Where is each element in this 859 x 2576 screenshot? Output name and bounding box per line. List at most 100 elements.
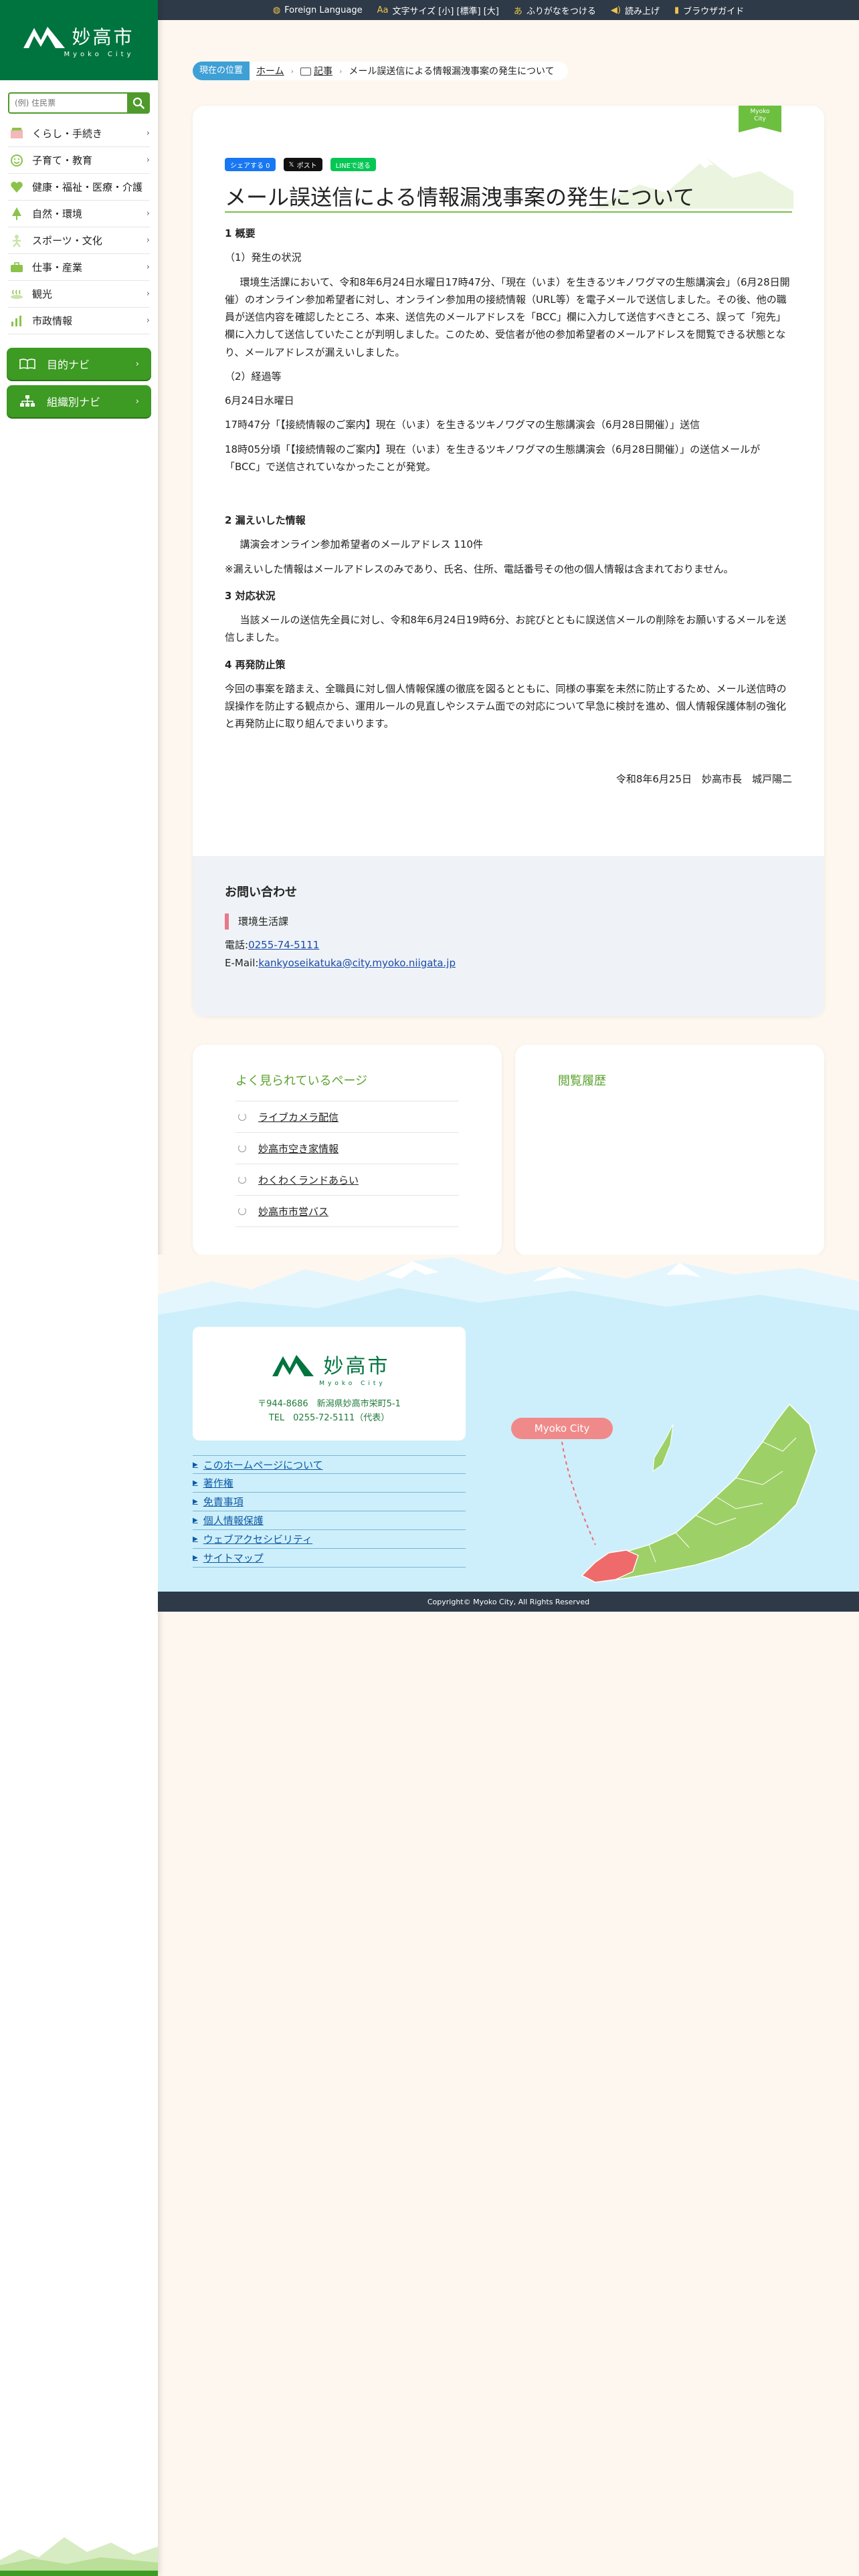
footer-logo[interactable]: 妙高市 (193, 1350, 466, 1379)
bullet-icon (238, 1113, 246, 1121)
contact-phone: 電話:0255-74-5111 (225, 939, 320, 951)
search-icon (132, 97, 145, 109)
nav-item-sports[interactable]: スポーツ・文化 › (8, 227, 150, 254)
speaker-icon: ◀) (610, 5, 621, 15)
nav-item-shizen[interactable]: 自然・環境 › (8, 201, 150, 227)
read-aloud-button[interactable]: ◀) 読み上げ (611, 4, 660, 17)
chevron-right-icon: › (135, 396, 139, 407)
org-navi-button[interactable]: 組織別ナビ › (7, 385, 151, 417)
x-post-button[interactable]: 𝕏 ポスト (283, 158, 322, 171)
section-heading: 1 概要 (225, 227, 256, 239)
browsing-history-card: 閲覧履歴 (515, 1045, 824, 1256)
book-icon: ▮ (674, 5, 680, 15)
footer-link-sitemap[interactable]: ▶ サイトマップ (193, 1549, 466, 1568)
breadcrumb-home-link[interactable]: ホーム (256, 64, 284, 78)
chevron-right-icon: › (290, 66, 294, 76)
popular-page-link[interactable]: 妙高市空き家情報 (235, 1133, 459, 1164)
briefcase-icon (8, 260, 25, 275)
furigana-icon: あ (513, 6, 522, 17)
share-buttons: シェアする 0 𝕏 ポスト LINEで送る (225, 158, 376, 171)
breadcrumb-articles-link[interactable]: 記事 (300, 64, 332, 78)
paragraph: ※漏えいした情報はメールアドレスのみであり、氏名、住所、電話番号その他の個人情報… (225, 562, 734, 575)
myoko-city-map-label: Myoko City (511, 1418, 613, 1439)
article-body: 1 概要 （1）発生の状況 環境生活課において、令和8年6月24日水曜日17時4… (225, 225, 792, 788)
chevron-right-icon: › (146, 262, 150, 272)
line-share-button[interactable]: LINEで送る (330, 158, 376, 171)
triangle-right-icon: ▶ (193, 1461, 198, 1469)
paragraph: 18時05分頃「【接続情報のご案内】現在（いま）を生きるツキノワグマの生態講演会… (225, 443, 761, 473)
font-size-control[interactable]: Aa 文字サイズ [小] [標準] [大] (377, 4, 499, 17)
paragraph: 今回の事案を踏まえ、全職員に対し個人情報保護の徹底を図るとともに、同様の事案を未… (225, 682, 787, 730)
foreign-language-link[interactable]: ◍ Foreign Language (273, 5, 363, 15)
title-underline (225, 211, 792, 213)
category-nav: くらし・手続き › 子育て・教育 › 健康・福祉・医療・介護 自然・環境 › ス… (0, 120, 158, 334)
onsen-icon (8, 287, 25, 302)
org-chart-icon (19, 395, 36, 407)
signature: 令和8年6月25日 妙高市長 城戸陽二 (615, 772, 792, 785)
purpose-navi-button[interactable]: 目的ナビ › (7, 348, 151, 380)
mountain-logo-icon (23, 26, 66, 48)
tree-icon (8, 207, 25, 221)
popular-page-link[interactable]: ライブカメラ配信 (235, 1101, 459, 1133)
nav-item-kosodate[interactable]: 子育て・教育 › (8, 147, 150, 174)
facebook-share-button[interactable]: シェアする 0 (225, 158, 276, 171)
footer-link-copyright[interactable]: ▶ 著作権 (193, 1474, 466, 1493)
nav-item-shigoto[interactable]: 仕事・産業 › (8, 254, 150, 281)
phone-link[interactable]: 0255-74-5111 (248, 939, 319, 951)
triangle-right-icon: ▶ (193, 1554, 198, 1562)
font-size-icon: Aa (377, 5, 389, 15)
breadcrumb-current: メール誤送信による情報漏洩事案の発生について (349, 66, 555, 77)
chart-icon (8, 314, 25, 328)
footer-link-accessibility[interactable]: ▶ ウェブアクセシビリティ (193, 1530, 466, 1549)
chevron-right-icon: › (146, 128, 150, 138)
triangle-right-icon: ▶ (193, 1535, 198, 1543)
sub-heading: （1）発生の状況 (225, 251, 302, 264)
section-heading: 4 再発防止策 (225, 658, 286, 671)
sub-heading: （2）経過等 (225, 370, 282, 383)
nav-item-kanko[interactable]: 観光 › (8, 281, 150, 308)
chevron-right-icon: › (339, 66, 343, 76)
chevron-right-icon: › (146, 235, 150, 245)
chevron-right-icon: › (146, 289, 150, 299)
footer-link-about[interactable]: ▶ このホームページについて (193, 1455, 466, 1474)
search-input[interactable] (8, 92, 127, 114)
folder-icon (300, 68, 312, 76)
mountain-logo-icon (272, 1355, 314, 1376)
popular-page-link[interactable]: わくわくランドあらい (235, 1164, 459, 1196)
contact-heading: お問い合わせ (225, 885, 297, 899)
furigana-toggle[interactable]: あ ふりがなをつける (514, 4, 596, 17)
page-title: メール誤送信による情報漏洩事案の発生について (225, 185, 695, 210)
footer-address: 〒944-8686 新潟県妙高市栄町5-1 TEL 0255-72-5111（代… (258, 1399, 401, 1423)
site-logo[interactable]: 妙高市 Myoko City (0, 0, 158, 80)
contact-email: E-Mail:kankyoseikatuka@city.myoko.niigat… (225, 957, 456, 969)
footer-link-privacy[interactable]: ▶ 個人情報保護 (193, 1511, 466, 1530)
browser-guide-link[interactable]: ▮ ブラウザガイド (674, 4, 744, 17)
browsing-history-title: 閲覧履歴 (558, 1074, 606, 1088)
smiley-icon (8, 153, 25, 168)
x-logo-icon: 𝕏 (288, 160, 294, 169)
heart-icon (8, 180, 25, 195)
triangle-right-icon: ▶ (193, 1498, 198, 1505)
triangle-right-icon: ▶ (193, 1517, 198, 1524)
sidebar: 妙高市 Myoko City くらし・手続き › 子育て・教育 › 健康・福祉・… (0, 0, 158, 2576)
triangle-right-icon: ▶ (193, 1479, 198, 1487)
nav-item-shisei[interactable]: 市政情報 › (8, 308, 150, 334)
chevron-right-icon: › (146, 209, 150, 219)
footer-logo-card: 妙高市 Myoko City 〒944-8686 新潟県妙高市栄町5-1 TEL… (193, 1327, 466, 1440)
search-button[interactable] (127, 92, 150, 114)
breadcrumb-label: 現在の位置 (193, 62, 250, 80)
nav-item-kurashi[interactable]: くらし・手続き › (8, 120, 150, 147)
paragraph: 講演会オンライン参加希望者のメールアドレス 110件 (240, 538, 483, 551)
section-heading: 3 対応状況 (225, 589, 276, 602)
bullet-icon (238, 1176, 246, 1184)
popular-pages-title: よく見られているページ (235, 1074, 368, 1088)
paragraph: 当該メールの送信先全員に対し、令和8年6月24日19時6分、お詫びとともに誤送信… (225, 614, 787, 644)
contact-department: 環境生活課 (225, 914, 792, 930)
nav-item-kenko[interactable]: 健康・福祉・医療・介護 (8, 174, 150, 201)
popular-pages-card: よく見られているページ ライブカメラ配信 妙高市空き家情報 わくわくランドあらい… (193, 1045, 502, 1256)
footer-link-disclaimer[interactable]: ▶ 免責事項 (193, 1493, 466, 1511)
email-link[interactable]: kankyoseikatuka@city.myoko.niigata.jp (258, 957, 456, 969)
popular-pages-list: ライブカメラ配信 妙高市空き家情報 わくわくランドあらい 妙高市市営バス (235, 1101, 459, 1227)
popular-page-link[interactable]: 妙高市市営バス (235, 1196, 459, 1227)
house-icon (8, 126, 25, 141)
